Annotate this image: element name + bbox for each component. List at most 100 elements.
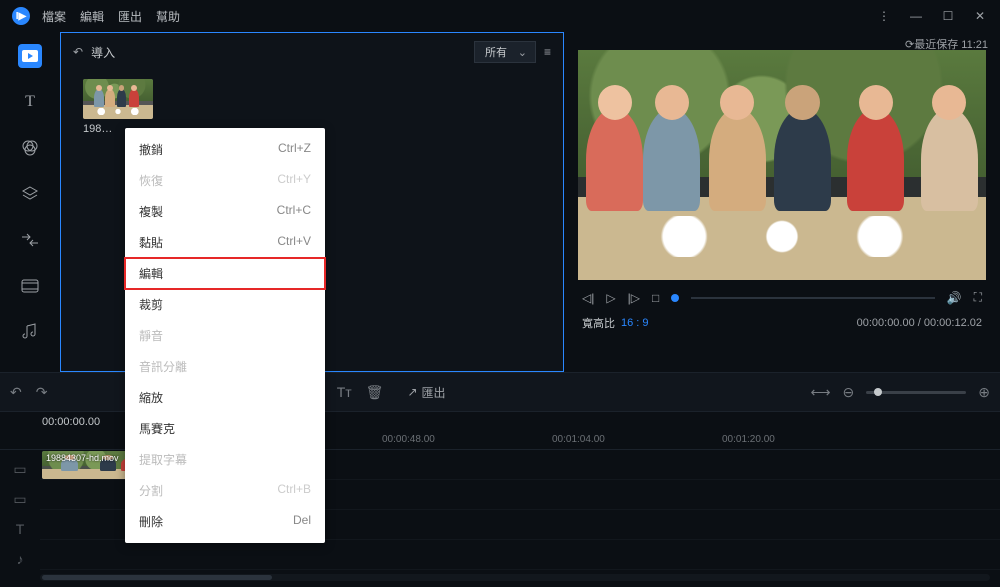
import-icon[interactable]: ↶ — [73, 45, 83, 59]
filters-icon — [21, 139, 39, 157]
zoom-out-icon[interactable]: ⊖ — [843, 384, 855, 401]
text-tool-icon[interactable]: Tᴛ — [337, 384, 352, 400]
transition-icon — [21, 233, 39, 247]
ctx-item[interactable]: 黏貼 Ctrl+V — [125, 227, 325, 258]
ctx-item: 分割Ctrl+B — [125, 475, 325, 506]
export-button[interactable]: ↗ 匯出 — [407, 384, 445, 401]
media-icon — [22, 50, 38, 62]
ruler-tick: 00:01:20.00 — [722, 434, 892, 445]
video-track-icon[interactable]: ▭ — [0, 454, 40, 484]
fit-icon[interactable]: ⟷ — [810, 384, 830, 401]
ctx-item[interactable]: 裁剪 — [125, 289, 325, 320]
ctx-shortcut: Ctrl+Y — [277, 172, 311, 189]
menu-edit[interactable]: 編輯 — [80, 8, 104, 25]
ruler-tick: 00:01:04.00 — [552, 434, 722, 445]
ctx-item[interactable]: 縮放 — [125, 382, 325, 413]
track-headers: ▭ ▭ T ♪ — [0, 454, 40, 574]
filter-selected: 所有 — [485, 47, 507, 59]
menu-help[interactable]: 幫助 — [156, 8, 180, 25]
aspect-label: 寬高比 — [582, 315, 615, 331]
sidebar-text[interactable]: T — [18, 90, 42, 114]
progress-track[interactable] — [691, 297, 934, 299]
ctx-label: 刪除 — [139, 513, 163, 530]
sidebar-transition[interactable] — [18, 228, 42, 252]
ctx-label: 撤銷 — [139, 141, 163, 158]
preview-time: 00:00:00.00 / 00:00:12.02 — [857, 317, 982, 329]
sidebar-audio[interactable] — [18, 320, 42, 344]
ctx-label: 提取字幕 — [139, 451, 187, 468]
ctx-item: 提取字幕 — [125, 444, 325, 475]
ctx-label: 複製 — [139, 203, 163, 220]
ctx-shortcut: Ctrl+Z — [278, 141, 311, 158]
import-label[interactable]: 導入 — [91, 44, 115, 61]
chevron-down-icon: ⌄ — [518, 46, 527, 59]
ctx-item[interactable]: 馬賽克 — [125, 413, 325, 444]
menu-export[interactable]: 匯出 — [118, 8, 142, 25]
clip-filename: 19884307-hd.mov — [46, 453, 119, 463]
sidebar-media[interactable] — [18, 44, 42, 68]
scrollbar-thumb[interactable] — [42, 575, 272, 580]
preview-viewport[interactable] — [578, 50, 986, 280]
preview-panel: ◁| ▷ |▷ □ 🔊 ⛶ 寬高比 16 : 9 00:00:00.00 / 0… — [578, 32, 1000, 372]
media-clip[interactable]: 198… — [83, 79, 153, 135]
ctx-item: 恢復 Ctrl+Y — [125, 165, 325, 196]
stop-icon[interactable]: □ — [652, 291, 659, 305]
ctx-label: 裁剪 — [139, 296, 163, 313]
ctx-shortcut: Ctrl+C — [277, 203, 311, 220]
audio-track-icon[interactable]: ♪ — [0, 544, 40, 574]
undo-icon[interactable]: ↶ — [10, 384, 22, 401]
ruler-tick: 00:00:48.00 — [382, 434, 552, 445]
ctx-item[interactable]: 撤銷 Ctrl+Z — [125, 134, 325, 165]
ctx-label: 恢復 — [139, 172, 163, 189]
pip-track-icon[interactable]: ▭ — [0, 484, 40, 514]
zoom-controls: ⟷ ⊖ ⊕ — [810, 384, 990, 401]
preview-image — [578, 50, 986, 280]
ctx-item[interactable]: 編輯 — [125, 258, 325, 289]
more-icon[interactable]: ⋮ — [876, 9, 892, 23]
minimize-icon[interactable]: — — [908, 9, 924, 23]
ctx-shortcut: Del — [293, 513, 311, 530]
delete-icon[interactable]: 🗑 — [366, 384, 384, 401]
volume-icon[interactable]: 🔊 — [947, 291, 962, 305]
ctx-label: 黏貼 — [139, 234, 163, 251]
ctx-label: 編輯 — [139, 265, 163, 282]
audio-track[interactable] — [40, 540, 1000, 570]
ctx-shortcut: Ctrl+V — [277, 234, 311, 251]
redo-icon[interactable]: ↷ — [36, 384, 48, 401]
export-icon: ↗ — [407, 385, 417, 399]
progress-handle[interactable] — [671, 294, 679, 302]
ctx-label: 音訊分離 — [139, 358, 187, 375]
app-logo: I▶ — [12, 7, 30, 25]
sidebar-filters[interactable] — [18, 136, 42, 160]
aspect-ratio[interactable]: 16 : 9 — [621, 317, 649, 329]
list-view-icon[interactable]: ≡ — [544, 45, 551, 59]
text-track-icon[interactable]: T — [0, 514, 40, 544]
next-frame-icon[interactable]: |▷ — [628, 291, 640, 305]
zoom-in-icon[interactable]: ⊕ — [978, 384, 990, 401]
menu-file[interactable]: 檔案 — [42, 8, 66, 25]
close-icon[interactable]: ✕ — [972, 9, 988, 23]
play-icon[interactable]: ▷ — [606, 291, 615, 305]
zoom-slider[interactable] — [866, 391, 966, 394]
window-controls: ⋮ — ☐ ✕ — [876, 9, 988, 23]
ctx-item: 靜音 — [125, 320, 325, 351]
prev-frame-icon[interactable]: ◁| — [582, 291, 594, 305]
filter-select[interactable]: 所有 ⌄ — [474, 41, 536, 63]
sidebar-elements[interactable] — [18, 274, 42, 298]
ctx-item[interactable]: 複製 Ctrl+C — [125, 196, 325, 227]
preview-info-row: 寬高比 16 : 9 00:00:00.00 / 00:00:12.02 — [578, 315, 986, 331]
sidebar-overlay[interactable] — [18, 182, 42, 206]
ctx-label: 靜音 — [139, 327, 163, 344]
ctx-label: 馬賽克 — [139, 420, 175, 437]
overlay-icon — [21, 185, 39, 203]
fullscreen-icon[interactable]: ⛶ — [974, 290, 982, 305]
audio-icon — [21, 323, 39, 341]
menu-bar: 檔案 編輯 匯出 幫助 — [42, 8, 180, 25]
export-label: 匯出 — [422, 384, 446, 401]
maximize-icon[interactable]: ☐ — [940, 9, 956, 23]
ctx-item: 音訊分離 — [125, 351, 325, 382]
title-bar: I▶ 檔案 編輯 匯出 幫助 ⋮ — ☐ ✕ — [0, 0, 1000, 32]
text-icon: T — [25, 93, 35, 111]
ctx-item[interactable]: 刪除 Del — [125, 506, 325, 537]
timeline-scrollbar[interactable] — [40, 574, 990, 581]
